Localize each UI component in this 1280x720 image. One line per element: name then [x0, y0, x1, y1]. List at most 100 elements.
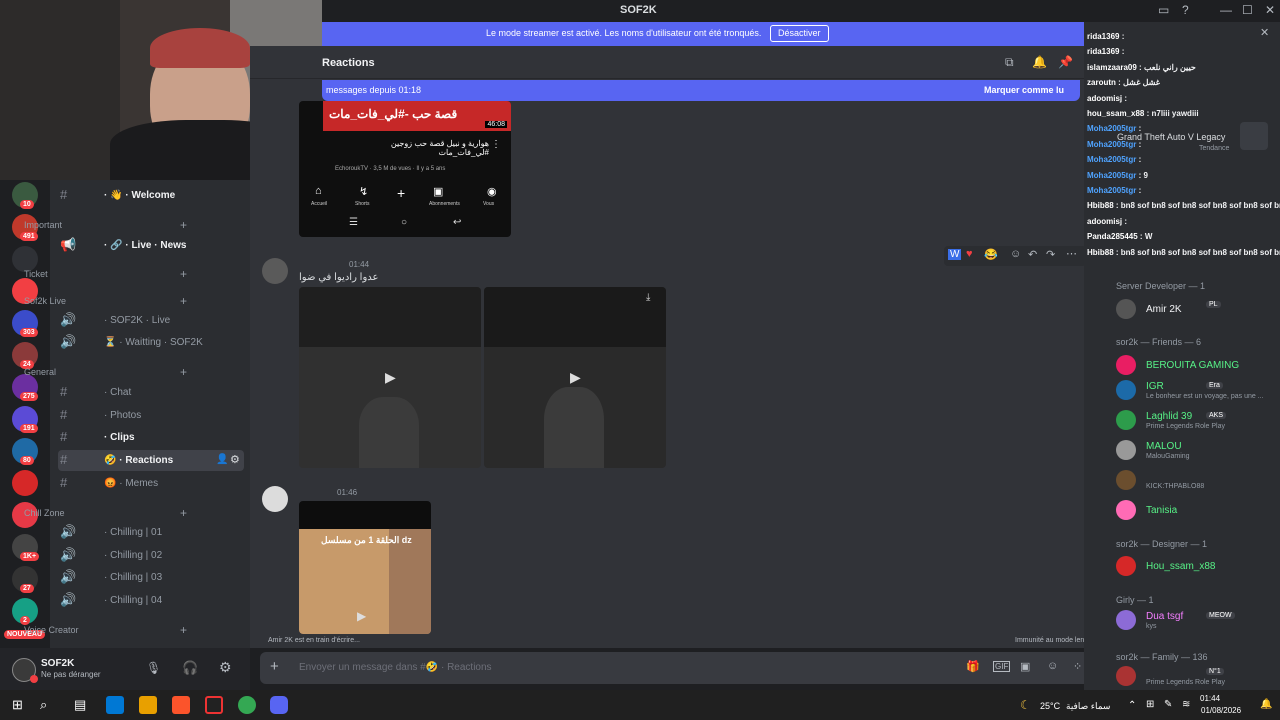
heart-reaction-icon[interactable]: ♥: [966, 248, 973, 260]
username[interactable]: SOF2K: [41, 658, 74, 669]
channel-item[interactable]: 🔊 · Chilling | 02: [58, 545, 244, 566]
add-channel-icon[interactable]: +: [180, 218, 187, 232]
member-item[interactable]: BEROUITA GAMING: [1116, 355, 1276, 377]
channel-settings-icon[interactable]: ⚙: [230, 453, 240, 466]
member-item[interactable]: Dua tsgf MEOW kys: [1116, 610, 1276, 632]
member-item[interactable]: Hou_ssam_x88: [1116, 556, 1276, 578]
task-view-icon[interactable]: ▤: [74, 697, 86, 713]
message-input[interactable]: Envoyer un message dans #🤣 · Reactions: [299, 662, 492, 673]
inbox-icon[interactable]: ▭: [1158, 3, 1169, 17]
mark-as-read-button[interactable]: Marquer comme lu: [984, 85, 1064, 95]
microphone-icon[interactable]: 🎙: [146, 661, 161, 675]
message-avatar[interactable]: [262, 258, 288, 284]
add-channel-icon[interactable]: +: [180, 267, 187, 281]
member-item[interactable]: N°1 Prime Legends Role Play: [1116, 666, 1276, 688]
category-header[interactable]: Ticket +: [12, 267, 187, 281]
video-attachment[interactable]: ▶ ⤓: [484, 287, 666, 468]
windows-security-icon[interactable]: ⊞: [1146, 699, 1154, 710]
category-header[interactable]: General +: [12, 365, 187, 379]
hash-icon: #: [60, 187, 68, 202]
minimize-icon[interactable]: —: [1220, 3, 1232, 17]
close-window-icon[interactable]: ✕: [1265, 3, 1275, 17]
file-explorer-icon[interactable]: [139, 696, 157, 714]
help-icon[interactable]: ?: [1182, 3, 1189, 17]
play-icon[interactable]: ▶: [357, 609, 366, 623]
channel-item[interactable]: 🔊 · Chilling | 01: [58, 522, 244, 543]
threads-icon[interactable]: ⧉: [1005, 55, 1014, 70]
member-item[interactable]: Laghlid 39 AKS Prime Legends Role Play: [1116, 410, 1276, 432]
youtube-screenshot[interactable]: قصة حب -#لي_فات_مات 46:08 هوارية و نبيل …: [299, 101, 511, 237]
invite-icon[interactable]: 👤: [216, 454, 228, 465]
obs-icon[interactable]: [205, 696, 223, 714]
notifications-icon[interactable]: 🔔: [1260, 699, 1272, 710]
chat-username: Moha2005tgr: [1087, 186, 1137, 195]
pen-icon[interactable]: ✎: [1164, 699, 1172, 710]
add-channel-icon[interactable]: +: [180, 506, 187, 520]
member-item[interactable]: IGR Era Le bonheur est un voyage, pas une …: [1116, 380, 1276, 402]
member-item[interactable]: Tanisia: [1116, 500, 1276, 522]
channel-item[interactable]: # · Chat: [58, 382, 244, 403]
reply-icon[interactable]: ↶: [1028, 248, 1037, 261]
laugh-reaction-icon[interactable]: 😂: [984, 248, 998, 261]
gift-icon[interactable]: 🎁: [966, 660, 980, 673]
member-item[interactable]: KICK:THPABLO88: [1116, 470, 1276, 492]
notification-bell-icon[interactable]: 🔔: [1032, 55, 1047, 69]
channel-item[interactable]: # 😡 · Memes: [58, 473, 244, 494]
more-options-icon[interactable]: ⋮: [491, 139, 501, 150]
store-icon[interactable]: [106, 696, 124, 714]
more-icon[interactable]: ⋯: [1066, 247, 1077, 260]
channel-item[interactable]: # · Clips: [58, 427, 244, 448]
windows-start-icon[interactable]: ⊞: [12, 697, 23, 713]
video-attachment[interactable]: ▶: [299, 287, 481, 468]
add-reaction-icon[interactable]: ☺: [1010, 248, 1021, 260]
channel-label: · Clips: [104, 432, 135, 443]
clock-time[interactable]: 01:44: [1200, 694, 1220, 703]
member-item[interactable]: MALOU MalouGaming: [1116, 440, 1276, 462]
sticker-icon[interactable]: ▣: [1020, 660, 1030, 673]
emoji-icon[interactable]: ☺: [1047, 660, 1058, 672]
video-attachment[interactable]: الحلقة 1 من مسلسل dz ▶: [299, 501, 431, 634]
settings-gear-icon[interactable]: ⚙: [219, 659, 232, 676]
maximize-icon[interactable]: ☐: [1242, 3, 1253, 17]
search-icon[interactable]: ⌕: [40, 697, 47, 713]
headset-icon[interactable]: 🎧: [182, 660, 198, 676]
network-icon[interactable]: ≋: [1182, 699, 1190, 710]
add-channel-icon[interactable]: +: [180, 623, 187, 637]
chrome-icon[interactable]: [238, 696, 256, 714]
message-avatar[interactable]: [262, 486, 288, 512]
voice-channel-icon: 🔊: [60, 569, 77, 584]
clock-date[interactable]: 01/08/2026: [1201, 706, 1241, 715]
message-composer[interactable]: + Envoyer un message dans #🤣 · Reactions…: [260, 652, 1094, 684]
category-header[interactable]: Voice Creator +: [12, 623, 187, 637]
channel-item[interactable]: # 🤣 · Reactions 👤 ⚙: [58, 450, 244, 471]
apps-icon[interactable]: ⁘: [1073, 660, 1082, 673]
category-header[interactable]: Important +: [12, 218, 187, 232]
pin-icon[interactable]: 📌: [1058, 55, 1073, 69]
channel-item[interactable]: 🔊 · Chilling | 03: [58, 567, 244, 588]
category-header[interactable]: Chill Zone +: [12, 506, 187, 520]
disable-streamer-button[interactable]: Désactiver: [770, 25, 829, 42]
discord-taskbar-icon[interactable]: [270, 696, 288, 714]
brave-browser-icon[interactable]: [172, 696, 190, 714]
category-header[interactable]: Sof2k Live +: [12, 294, 187, 308]
gif-icon[interactable]: GIF: [993, 661, 1011, 672]
tray-chevron-icon[interactable]: ⌃: [1128, 700, 1136, 711]
w-reaction-icon[interactable]: W: [948, 249, 962, 260]
channel-item[interactable]: 🔊 · SOF2K · Live: [58, 310, 244, 331]
channel-item[interactable]: 🔊 ⏳ · Waitting · SOF2K: [58, 332, 244, 353]
member-item[interactable]: Amir 2K PL: [1116, 299, 1276, 321]
channel-item[interactable]: # · Photos: [58, 405, 244, 426]
play-icon[interactable]: ▶: [570, 369, 581, 386]
channel-item[interactable]: 🔊 · Chilling | 04: [58, 590, 244, 611]
server-icon[interactable]: [12, 470, 38, 496]
add-attachment-icon[interactable]: +: [270, 658, 279, 675]
forward-icon[interactable]: ↷: [1046, 248, 1055, 261]
play-icon[interactable]: ▶: [385, 369, 396, 386]
close-banner-icon[interactable]: ✕: [1260, 26, 1269, 39]
channel-item[interactable]: # · 👋 · Welcome: [58, 185, 244, 206]
channel-item[interactable]: 📢 · 🔗 · Live · News: [58, 235, 244, 256]
new-messages-bar[interactable]: messages depuis 01:18 Marquer comme lu: [322, 80, 1080, 101]
add-channel-icon[interactable]: +: [180, 365, 187, 379]
add-channel-icon[interactable]: +: [180, 294, 187, 308]
download-icon[interactable]: ⤓: [646, 292, 650, 303]
